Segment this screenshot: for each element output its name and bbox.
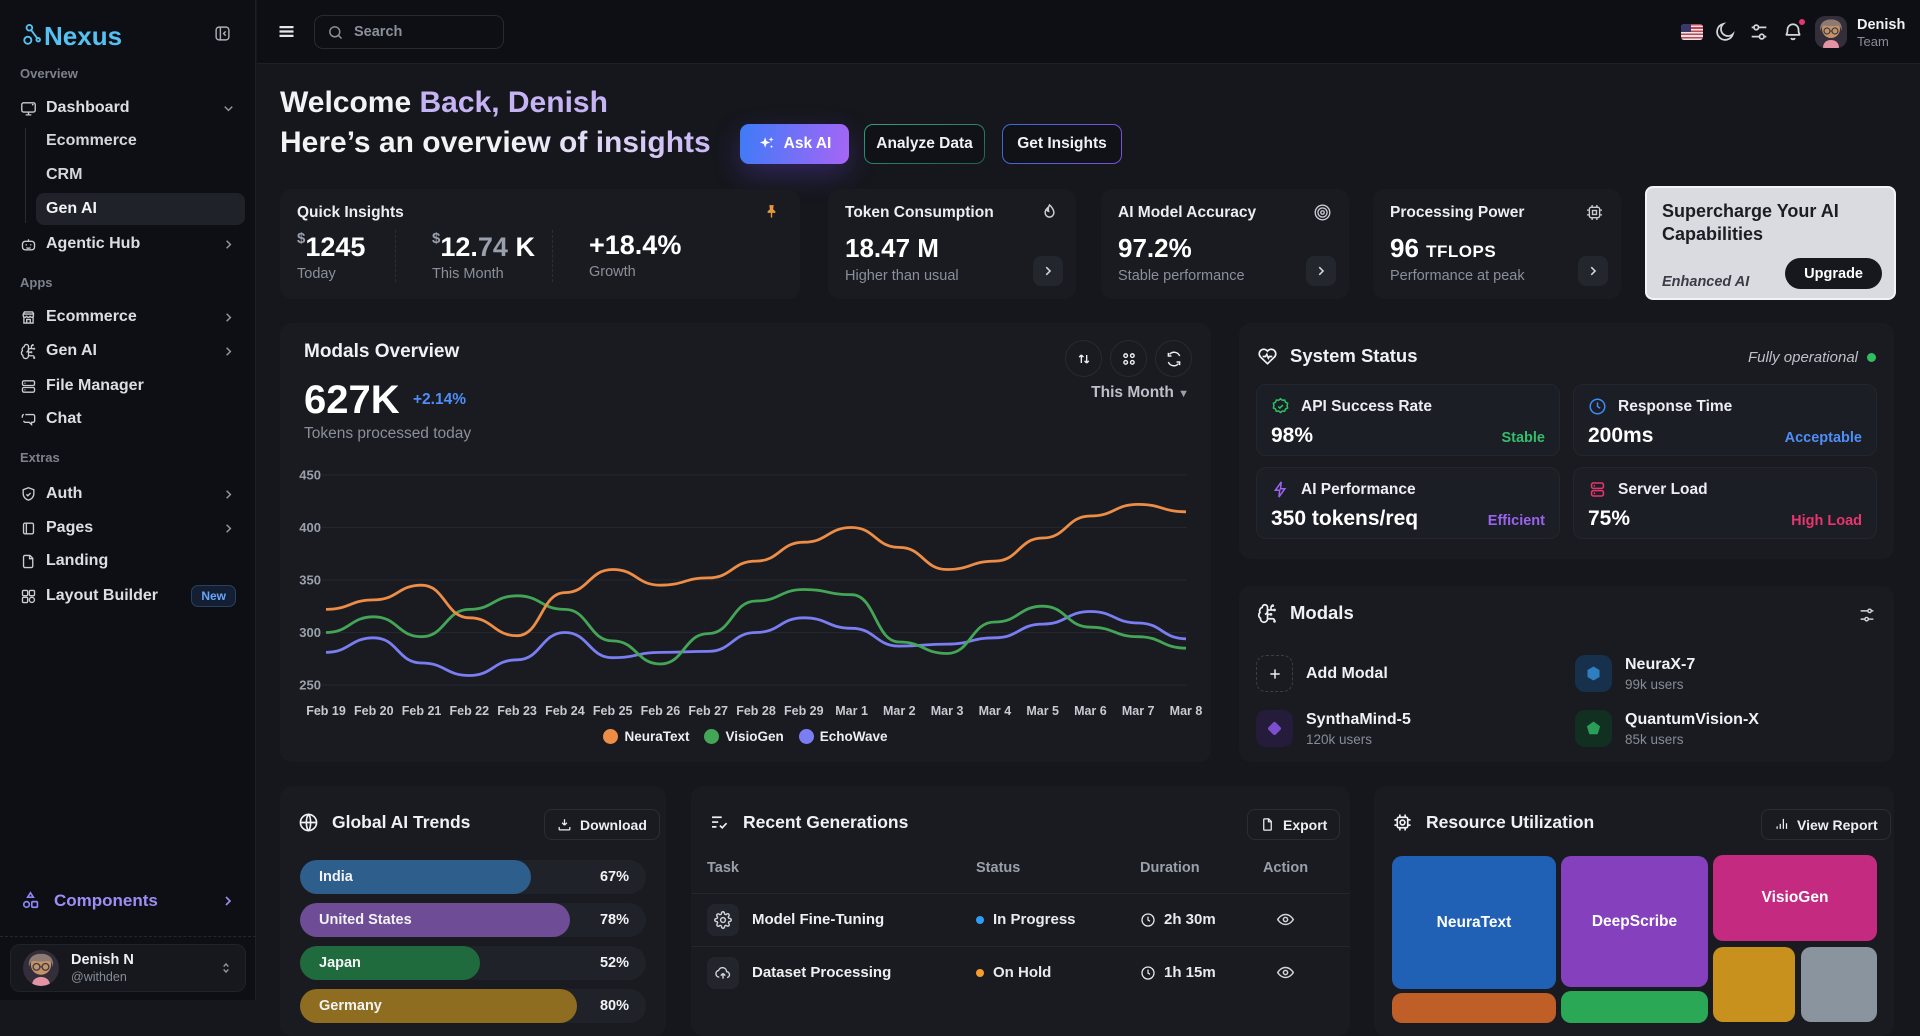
svg-text:350: 350	[299, 573, 321, 588]
svg-text:Mar 5: Mar 5	[1026, 704, 1059, 718]
svg-text:Feb 23: Feb 23	[497, 704, 537, 718]
svg-text:Mar 7: Mar 7	[1122, 704, 1155, 718]
svg-text:Feb 22: Feb 22	[449, 704, 489, 718]
svg-text:450: 450	[299, 468, 321, 483]
svg-text:Feb 21: Feb 21	[402, 704, 442, 718]
svg-text:Feb 28: Feb 28	[736, 704, 776, 718]
svg-text:Mar 4: Mar 4	[979, 704, 1012, 718]
svg-text:Feb 29: Feb 29	[784, 704, 824, 718]
svg-text:300: 300	[299, 625, 321, 640]
svg-text:250: 250	[299, 678, 321, 693]
svg-text:Mar 6: Mar 6	[1074, 704, 1107, 718]
svg-text:Mar 8: Mar 8	[1170, 704, 1203, 718]
svg-text:Feb 19: Feb 19	[306, 704, 346, 718]
svg-text:Mar 3: Mar 3	[931, 704, 964, 718]
svg-text:Feb 24: Feb 24	[545, 704, 585, 718]
svg-text:Feb 20: Feb 20	[354, 704, 394, 718]
svg-text:Feb 25: Feb 25	[593, 704, 633, 718]
svg-text:Feb 26: Feb 26	[641, 704, 681, 718]
svg-text:400: 400	[299, 520, 321, 535]
svg-text:Feb 27: Feb 27	[688, 704, 728, 718]
svg-text:Mar 2: Mar 2	[883, 704, 916, 718]
svg-text:Mar 1: Mar 1	[835, 704, 868, 718]
